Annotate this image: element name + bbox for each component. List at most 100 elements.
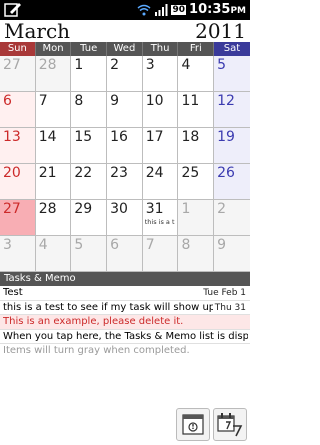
day-number: 15 [74, 129, 93, 145]
weekday-wed: Wed [107, 42, 143, 56]
day-number: 27 [3, 57, 21, 73]
week-row: 6 7 8 9 10 11 12 [0, 92, 250, 128]
weekday-mon: Mon [35, 42, 72, 56]
day-cell[interactable]: 19 [214, 128, 250, 164]
memo-button[interactable] [176, 408, 210, 441]
day-number: 16 [110, 129, 128, 145]
day-number: 31 [145, 201, 164, 217]
task-text: this is a test to see if my task will sh… [3, 301, 213, 313]
day-cell[interactable]: 18 [178, 128, 215, 164]
day-cell[interactable]: 6 [0, 92, 36, 128]
day-cell[interactable]: 8 [178, 236, 215, 272]
day-cell[interactable]: 3 [0, 236, 36, 272]
day-cell[interactable]: 16 [107, 128, 143, 164]
task-item[interactable]: Test Tue Feb 1 [0, 286, 250, 301]
month-title[interactable]: March [4, 19, 70, 43]
day-cell[interactable]: 29 [71, 200, 108, 236]
day-number: 1 [181, 201, 191, 217]
battery-icon: 90 [171, 5, 186, 15]
day-cell[interactable]: 21 [35, 164, 72, 200]
memo-icon [182, 414, 204, 435]
calendar-today-button[interactable] [213, 408, 247, 441]
tasks-list[interactable]: Test Tue Feb 1 this is a test to see if … [0, 286, 250, 359]
day-cell[interactable]: 4 [35, 236, 72, 272]
day-cell[interactable]: 8 [71, 92, 108, 128]
day-cell[interactable]: 28 [35, 200, 72, 236]
day-number: 23 [110, 165, 128, 181]
day-number: 12 [217, 93, 235, 109]
day-number: 6 [3, 93, 12, 109]
day-cell[interactable]: 5 [71, 236, 108, 272]
calendar-header: March 2011 [0, 19, 250, 43]
day-number: 26 [217, 165, 235, 181]
day-number: 21 [38, 165, 57, 181]
day-number: 11 [181, 93, 200, 109]
day-cell-today[interactable]: 27 [0, 200, 36, 236]
day-cell[interactable]: 10 [142, 92, 179, 128]
day-cell[interactable]: 1 [178, 200, 215, 236]
week-row: 27 28 29 30 31 this is a t 1 2 [0, 200, 250, 236]
day-cell[interactable]: 12 [214, 92, 250, 128]
day-number: 5 [217, 57, 227, 73]
day-number: 27 [3, 201, 21, 217]
day-cell[interactable]: 1 [71, 56, 108, 92]
day-cell[interactable]: 6 [107, 236, 143, 272]
day-number: 5 [74, 237, 84, 253]
edit-icon [4, 2, 24, 18]
day-number: 14 [38, 129, 57, 145]
weekday-thu: Thu [142, 42, 179, 56]
clock: 10:35PM [189, 2, 246, 17]
day-number: 30 [110, 201, 128, 217]
day-cell[interactable]: 7 [142, 236, 179, 272]
day-number: 22 [74, 165, 93, 181]
day-cell[interactable]: 28 [35, 56, 72, 92]
day-cell[interactable]: 23 [107, 164, 143, 200]
day-cell[interactable]: 13 [0, 128, 36, 164]
day-cell[interactable]: 5 [214, 56, 250, 92]
day-cell[interactable]: 15 [71, 128, 108, 164]
day-cell[interactable]: 25 [178, 164, 215, 200]
day-number: 9 [110, 93, 119, 109]
task-item[interactable]: this is a test to see if my task will sh… [0, 300, 250, 315]
day-number: 10 [145, 93, 164, 109]
week-row: 3 4 5 6 7 8 9 [0, 236, 250, 272]
day-number: 8 [181, 237, 191, 253]
day-cell[interactable]: 27 [0, 56, 36, 92]
day-cell[interactable]: 20 [0, 164, 36, 200]
task-item[interactable]: Items will turn gray when completed. [0, 344, 250, 359]
calendar-grid: 27 28 1 2 3 4 5 6 7 8 9 10 11 12 13 14 1… [0, 56, 250, 272]
calendar-today-icon [217, 413, 243, 437]
day-cell[interactable]: 24 [142, 164, 179, 200]
weekday-fri: Fri [178, 42, 215, 56]
day-cell[interactable]: 11 [178, 92, 215, 128]
day-cell[interactable]: 26 [214, 164, 250, 200]
day-number: 29 [74, 201, 93, 217]
day-number: 24 [145, 165, 164, 181]
day-cell[interactable]: 3 [142, 56, 179, 92]
day-number: 1 [74, 57, 84, 73]
day-number: 6 [110, 237, 119, 253]
day-number: 20 [3, 165, 21, 181]
day-cell[interactable]: 7 [35, 92, 72, 128]
day-number: 8 [74, 93, 84, 109]
day-cell[interactable]: 22 [71, 164, 108, 200]
day-cell[interactable]: 17 [142, 128, 179, 164]
weekday-sat: Sat [214, 42, 250, 56]
day-cell[interactable]: 2 [107, 56, 143, 92]
task-item[interactable]: When you tap here, the Tasks & Memo list… [0, 330, 250, 344]
task-text: This is an example, please delete it. [3, 316, 184, 327]
week-row: 20 21 22 23 24 25 26 [0, 164, 250, 200]
task-item[interactable]: This is an example, please delete it. [0, 315, 250, 330]
day-cell[interactable]: 31 this is a t [142, 200, 179, 236]
day-cell[interactable]: 30 [107, 200, 143, 236]
day-cell[interactable]: 9 [107, 92, 143, 128]
day-number: 28 [38, 201, 57, 217]
year-title[interactable]: 2011 [195, 19, 246, 43]
day-cell[interactable]: 9 [214, 236, 250, 272]
day-cell[interactable]: 14 [35, 128, 72, 164]
weekday-sun: Sun [0, 42, 36, 56]
day-cell[interactable]: 4 [178, 56, 215, 92]
signal-icon [154, 1, 168, 20]
day-cell[interactable]: 2 [214, 200, 250, 236]
day-number: 3 [145, 57, 155, 73]
